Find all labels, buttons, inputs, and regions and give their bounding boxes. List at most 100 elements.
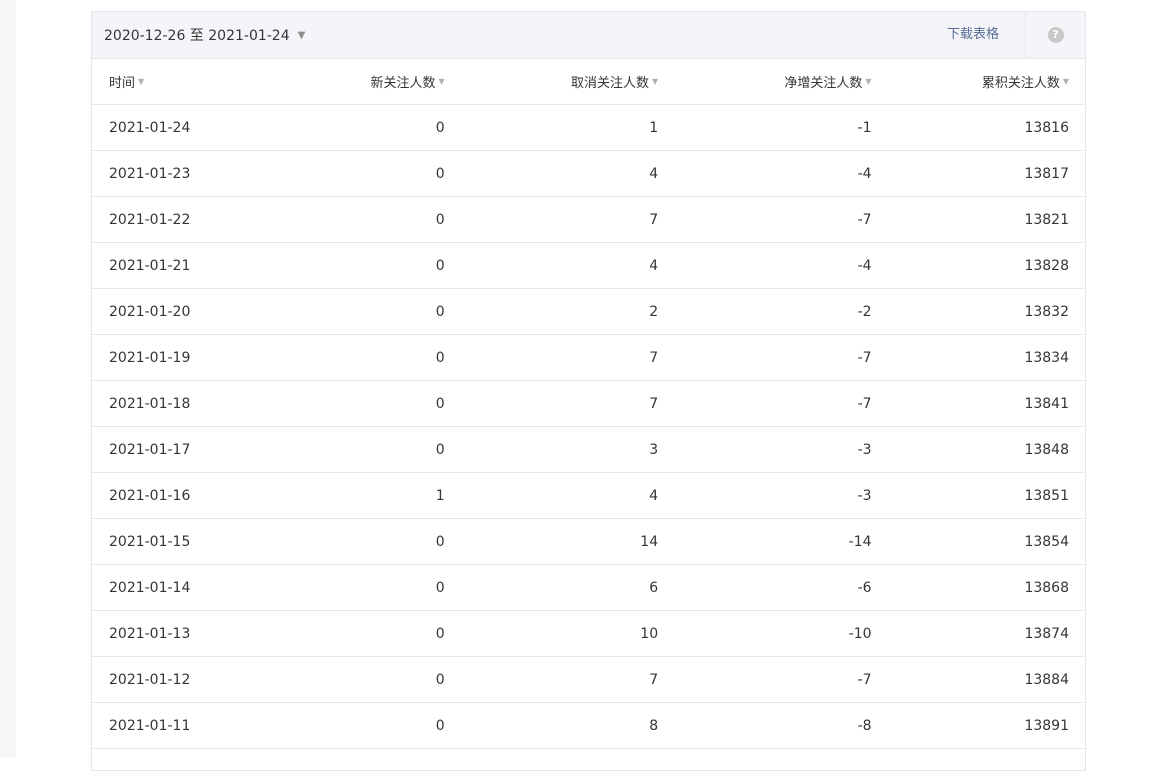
cell-cumulative: 13854 — [871, 518, 1085, 565]
cell-new-followers: 0 — [313, 518, 445, 565]
table-row: 2021-01-22 0 7 -7 13821 — [92, 196, 1085, 243]
cell-net-growth: -2 — [658, 288, 872, 335]
cell-cumulative: 13874 — [871, 610, 1085, 657]
cell-net-growth: -7 — [658, 334, 872, 381]
table-toolbar: 2020-12-26 至 2021-01-24 ▼ 下载表格 ? — [92, 12, 1085, 59]
column-header-label: 新关注人数 — [370, 76, 436, 91]
cell-date: 2021-01-12 — [92, 656, 314, 703]
column-header-date[interactable]: 时间 ▼ — [92, 59, 314, 105]
cell-new-followers: 0 — [313, 426, 445, 473]
sort-arrow-icon: ▼ — [438, 77, 445, 86]
cell-date: 2021-01-24 — [92, 104, 314, 151]
table-row: 2021-01-19 0 7 -7 13834 — [92, 334, 1085, 381]
cell-cumulative: 13891 — [871, 702, 1085, 749]
cell-new-followers: 0 — [313, 150, 445, 197]
cell-unfollows: 7 — [444, 334, 659, 381]
table-header-row: 时间 ▼ 新关注人数 ▼ 取消关注人数 ▼ 净增关注人数 ▼ 累积关注人数 ▼ — [92, 59, 1085, 105]
cell-net-growth: -3 — [658, 426, 872, 473]
cell-net-growth: -7 — [658, 656, 872, 703]
cell-new-followers: 0 — [313, 104, 445, 151]
cell-date: 2021-01-11 — [92, 702, 314, 749]
cell-unfollows: 6 — [444, 564, 659, 611]
cell-cumulative: 13832 — [871, 288, 1085, 335]
table-row: 2021-01-23 0 4 -4 13817 — [92, 150, 1085, 197]
table-row: 2021-01-17 0 3 -3 13848 — [92, 426, 1085, 473]
cell-net-growth: -6 — [658, 564, 872, 611]
table-row: 2021-01-12 0 7 -7 13884 — [92, 656, 1085, 703]
cell-new-followers: 0 — [313, 564, 445, 611]
cell-date: 2021-01-16 — [92, 472, 314, 519]
cell-net-growth: -3 — [658, 472, 872, 519]
cell-date: 2021-01-14 — [92, 564, 314, 611]
cell-new-followers: 1 — [313, 472, 445, 519]
cell-net-growth: -7 — [658, 380, 872, 427]
table-row: 2021-01-21 0 4 -4 13828 — [92, 242, 1085, 289]
cell-net-growth: -8 — [658, 702, 872, 749]
cell-date: 2021-01-17 — [92, 426, 314, 473]
cell-unfollows: 8 — [444, 702, 659, 749]
cell-new-followers: 0 — [313, 610, 445, 657]
cell-net-growth: -7 — [658, 196, 872, 243]
cell-cumulative: 13828 — [871, 242, 1085, 289]
cell-cumulative: 13841 — [871, 380, 1085, 427]
cell-cumulative: 13834 — [871, 334, 1085, 381]
cell-unfollows: 3 — [444, 426, 659, 473]
table-row: 2021-01-13 0 10 -10 13874 — [92, 610, 1085, 657]
date-range-selector[interactable]: 2020-12-26 至 2021-01-24 ▼ — [104, 25, 305, 45]
sort-arrow-icon: ▼ — [1062, 77, 1069, 86]
cell-date: 2021-01-21 — [92, 242, 314, 289]
cell-new-followers: 0 — [313, 288, 445, 335]
table-row: 2021-01-24 0 1 -1 13816 — [92, 104, 1085, 151]
cell-net-growth: -14 — [658, 518, 872, 565]
cell-date: 2021-01-19 — [92, 334, 314, 381]
column-header-unfollows[interactable]: 取消关注人数 ▼ — [444, 59, 659, 105]
help-button[interactable]: ? — [1025, 12, 1085, 58]
column-header-label: 时间 — [109, 76, 136, 91]
table-row: 2021-01-14 0 6 -6 13868 — [92, 564, 1085, 611]
cell-cumulative: 13848 — [871, 426, 1085, 473]
cell-new-followers: 0 — [313, 656, 445, 703]
sort-arrow-icon: ▼ — [138, 77, 145, 86]
column-header-new-followers[interactable]: 新关注人数 ▼ — [313, 59, 445, 105]
cell-date: 2021-01-15 — [92, 518, 314, 565]
table-row: 2021-01-11 0 8 -8 13891 — [92, 702, 1085, 749]
question-icon: ? — [1047, 27, 1064, 43]
cell-net-growth: -4 — [658, 150, 872, 197]
cell-unfollows: 7 — [444, 656, 659, 703]
table-row: 2021-01-20 0 2 -2 13832 — [92, 288, 1085, 335]
cell-date: 2021-01-23 — [92, 150, 314, 197]
cell-net-growth: -1 — [658, 104, 872, 151]
table-row: 2021-01-16 1 4 -3 13851 — [92, 472, 1085, 519]
cell-cumulative: 13821 — [871, 196, 1085, 243]
cell-date: 2021-01-18 — [92, 380, 314, 427]
cell-unfollows: 10 — [444, 610, 659, 657]
cell-cumulative: 13851 — [871, 472, 1085, 519]
cell-unfollows: 4 — [444, 242, 659, 289]
table-row: 2021-01-15 0 14 -14 13854 — [92, 518, 1085, 565]
cell-unfollows: 2 — [444, 288, 659, 335]
cell-date: 2021-01-22 — [92, 196, 314, 243]
cell-date: 2021-01-13 — [92, 610, 314, 657]
cell-unfollows: 1 — [444, 104, 659, 151]
column-header-label: 累积关注人数 — [981, 76, 1060, 91]
download-table-link[interactable]: 下载表格 — [947, 12, 999, 58]
cell-unfollows: 4 — [444, 150, 659, 197]
cell-new-followers: 0 — [313, 242, 445, 289]
column-header-net-growth[interactable]: 净增关注人数 ▼ — [658, 59, 872, 105]
column-header-cumulative[interactable]: 累积关注人数 ▼ — [871, 59, 1085, 105]
cell-cumulative: 13868 — [871, 564, 1085, 611]
cell-new-followers: 0 — [313, 196, 445, 243]
stats-table-panel: 2020-12-26 至 2021-01-24 ▼ 下载表格 ? 时间 ▼ 新关注… — [91, 11, 1086, 771]
left-sidebar-edge — [0, 0, 16, 757]
cell-unfollows: 4 — [444, 472, 659, 519]
cell-cumulative: 13816 — [871, 104, 1085, 151]
followers-stats-table: 时间 ▼ 新关注人数 ▼ 取消关注人数 ▼ 净增关注人数 ▼ 累积关注人数 ▼ 2021-… — [92, 59, 1085, 749]
date-range-label: 2020-12-26 至 2021-01-24 — [104, 28, 290, 44]
cell-new-followers: 0 — [313, 380, 445, 427]
cell-net-growth: -10 — [658, 610, 872, 657]
cell-cumulative: 13884 — [871, 656, 1085, 703]
cell-date: 2021-01-20 — [92, 288, 314, 335]
cell-new-followers: 0 — [313, 702, 445, 749]
cell-net-growth: -4 — [658, 242, 872, 289]
cell-unfollows: 7 — [444, 380, 659, 427]
